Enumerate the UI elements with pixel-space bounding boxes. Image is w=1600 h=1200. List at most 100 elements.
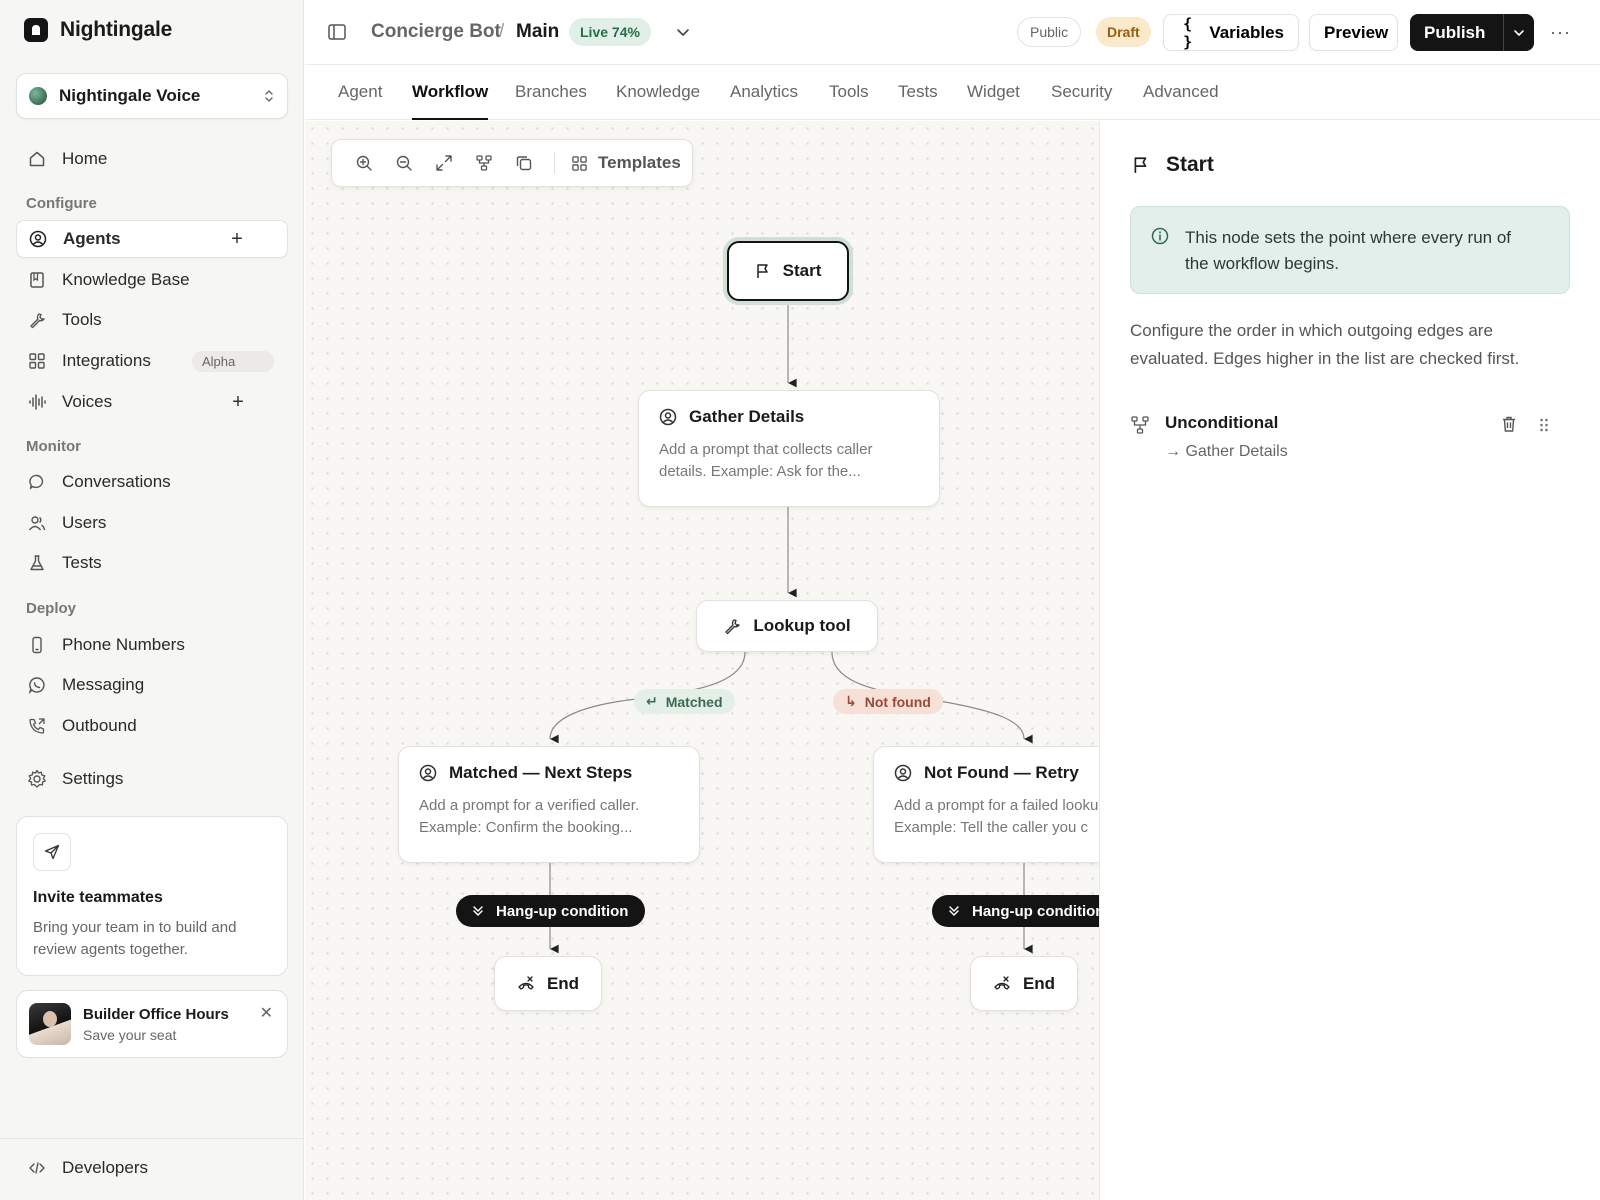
workspace-switcher[interactable]: Nightingale Voice bbox=[16, 73, 288, 119]
node-description: details. Example: Ask for the... bbox=[659, 463, 861, 480]
workspace-name: Nightingale Voice bbox=[59, 86, 201, 105]
node-title: Lookup tool bbox=[753, 616, 851, 635]
phone-hangup-icon bbox=[518, 975, 534, 990]
auto-layout-icon[interactable] bbox=[464, 145, 504, 181]
sidebar-item-settings[interactable]: Settings bbox=[16, 760, 288, 798]
sidebar-item-messaging[interactable]: Messaging bbox=[16, 666, 288, 704]
top-header: Concierge Bot / Main Live 74% Public Dra… bbox=[305, 0, 1600, 65]
sidebar-item-developers[interactable]: Developers bbox=[16, 1149, 288, 1187]
node-end-not-found[interactable]: End bbox=[970, 956, 1078, 1011]
tab-bar: Agent Workflow Branches Knowledge Analyt… bbox=[305, 65, 1600, 120]
zoom-in-icon[interactable] bbox=[344, 145, 384, 181]
drag-handle-icon[interactable] bbox=[1538, 417, 1550, 433]
variables-button[interactable]: { } Variables bbox=[1163, 14, 1299, 51]
arrow-right-icon: → bbox=[1165, 443, 1181, 460]
edge-label-not-found[interactable]: ↳ Not found bbox=[833, 689, 943, 714]
section-monitor: Monitor bbox=[26, 438, 81, 455]
workflow-canvas[interactable]: Templates Start Gather Details Add a pro… bbox=[305, 121, 1100, 1200]
more-options-icon[interactable]: ··· bbox=[1550, 22, 1571, 43]
sidebar-item-tests[interactable]: Tests bbox=[16, 544, 288, 582]
sidebar-item-phone-numbers[interactable]: Phone Numbers bbox=[16, 626, 288, 664]
edge-condition-title: Unconditional bbox=[1165, 413, 1279, 432]
grid-icon bbox=[26, 352, 48, 370]
wrench-icon bbox=[725, 619, 741, 635]
zoom-out-icon[interactable] bbox=[384, 145, 424, 181]
sidebar-item-agents[interactable]: Agents + bbox=[16, 220, 288, 258]
brand[interactable]: Nightingale bbox=[24, 18, 172, 42]
sidebar-item-label: Tests bbox=[62, 553, 102, 572]
breadcrumb-separator: / bbox=[499, 21, 505, 42]
node-matched-next-steps[interactable]: Matched — Next Steps Add a prompt for a … bbox=[398, 746, 700, 863]
sidebar-item-label: Developers bbox=[62, 1158, 148, 1177]
node-end-matched[interactable]: End bbox=[494, 956, 602, 1011]
fit-view-icon[interactable] bbox=[424, 145, 464, 181]
sidebar-item-integrations[interactable]: Integrations Alpha bbox=[16, 342, 288, 380]
sidebar-item-outbound[interactable]: Outbound bbox=[16, 707, 288, 745]
edge-label-matched[interactable]: ↵ Matched bbox=[634, 689, 735, 714]
add-agent-plus-icon[interactable]: + bbox=[223, 225, 251, 253]
sidebar-item-voices[interactable]: Voices + bbox=[16, 383, 288, 421]
outgoing-edge-row[interactable]: Unconditional → Gather Details bbox=[1130, 411, 1570, 471]
invite-teammates-card[interactable]: Invite teammates Bring your team in to b… bbox=[16, 816, 288, 976]
tab-advanced[interactable]: Advanced bbox=[1143, 82, 1219, 120]
preview-button[interactable]: Preview bbox=[1309, 14, 1398, 51]
breadcrumb-branch[interactable]: Main bbox=[516, 21, 559, 43]
node-lookup-tool[interactable]: Lookup tool bbox=[696, 600, 878, 652]
toolbar-divider bbox=[554, 152, 555, 174]
node-description: Add a prompt for a failed lookup. bbox=[894, 797, 1100, 814]
phone-outgoing-icon bbox=[26, 717, 48, 735]
sidebar-item-users[interactable]: Users bbox=[16, 504, 288, 542]
sidebar-item-label: Voices bbox=[62, 392, 113, 411]
user-circle-icon bbox=[659, 408, 677, 426]
publish-button[interactable]: Publish bbox=[1410, 14, 1503, 51]
flask-icon bbox=[26, 554, 48, 572]
tab-security[interactable]: Security bbox=[1051, 82, 1112, 120]
sidebar-item-label: Outbound bbox=[62, 716, 137, 735]
tab-branches[interactable]: Branches bbox=[515, 82, 587, 120]
tab-knowledge[interactable]: Knowledge bbox=[616, 82, 700, 120]
tab-tools[interactable]: Tools bbox=[829, 82, 869, 120]
node-start[interactable]: Start bbox=[727, 241, 849, 301]
branch-arrow-icon: ↳ bbox=[845, 693, 857, 709]
hangup-condition-matched[interactable]: Hang-up condition bbox=[456, 895, 645, 927]
templates-button[interactable]: Templates bbox=[565, 153, 687, 173]
branch-icon bbox=[1130, 415, 1150, 435]
node-not-found-retry[interactable]: Not Found — Retry Add a prompt for a fai… bbox=[873, 746, 1100, 863]
duplicate-icon[interactable] bbox=[504, 145, 544, 181]
add-voice-plus-icon[interactable]: + bbox=[224, 388, 252, 416]
tab-widget[interactable]: Widget bbox=[967, 82, 1020, 120]
chevron-down-icon[interactable] bbox=[675, 24, 691, 40]
sidebar-item-home[interactable]: Home bbox=[16, 140, 288, 178]
flag-icon bbox=[756, 264, 768, 278]
sidebar: Nightingale Nightingale Voice Home Confi… bbox=[0, 0, 304, 1200]
node-description: Example: Tell the caller you c bbox=[894, 819, 1088, 836]
tab-workflow[interactable]: Workflow bbox=[412, 82, 489, 120]
breadcrumb-project[interactable]: Concierge Bot bbox=[371, 21, 501, 43]
user-circle-icon bbox=[419, 764, 437, 782]
grid-icon bbox=[572, 155, 587, 171]
info-icon bbox=[1151, 227, 1169, 245]
trash-icon[interactable] bbox=[1500, 415, 1518, 433]
canvas-toolbar: Templates bbox=[331, 139, 693, 187]
workspace-avatar bbox=[29, 87, 47, 105]
tab-analytics[interactable]: Analytics bbox=[730, 82, 798, 120]
publish-dropdown-button[interactable] bbox=[1503, 14, 1534, 51]
tab-tests[interactable]: Tests bbox=[898, 82, 938, 120]
sidebar-item-knowledge-base[interactable]: Knowledge Base bbox=[16, 261, 288, 299]
node-gather-details[interactable]: Gather Details Add a prompt that collect… bbox=[638, 390, 940, 507]
sidebar-item-tools[interactable]: Tools bbox=[16, 301, 288, 339]
sidebar-item-label: Integrations bbox=[62, 351, 151, 370]
invite-title: Invite teammates bbox=[33, 889, 163, 906]
code-icon bbox=[26, 1159, 48, 1177]
close-icon[interactable]: ✕ bbox=[260, 1003, 273, 1023]
hangup-condition-not-found[interactable]: Hang-up condition bbox=[932, 895, 1099, 927]
sidebar-item-conversations[interactable]: Conversations bbox=[16, 463, 288, 501]
info-text-line: the workflow begins. bbox=[1185, 254, 1340, 273]
alpha-badge: Alpha bbox=[192, 350, 274, 372]
sidebar-toggle-icon[interactable] bbox=[327, 22, 347, 42]
tab-agent[interactable]: Agent bbox=[338, 82, 382, 120]
chat-bubble-icon bbox=[26, 473, 48, 491]
node-description: Add a prompt that collects caller bbox=[659, 441, 873, 458]
gear-icon bbox=[26, 769, 48, 789]
office-hours-card[interactable]: Builder Office Hours Save your seat ✕ bbox=[16, 990, 288, 1058]
